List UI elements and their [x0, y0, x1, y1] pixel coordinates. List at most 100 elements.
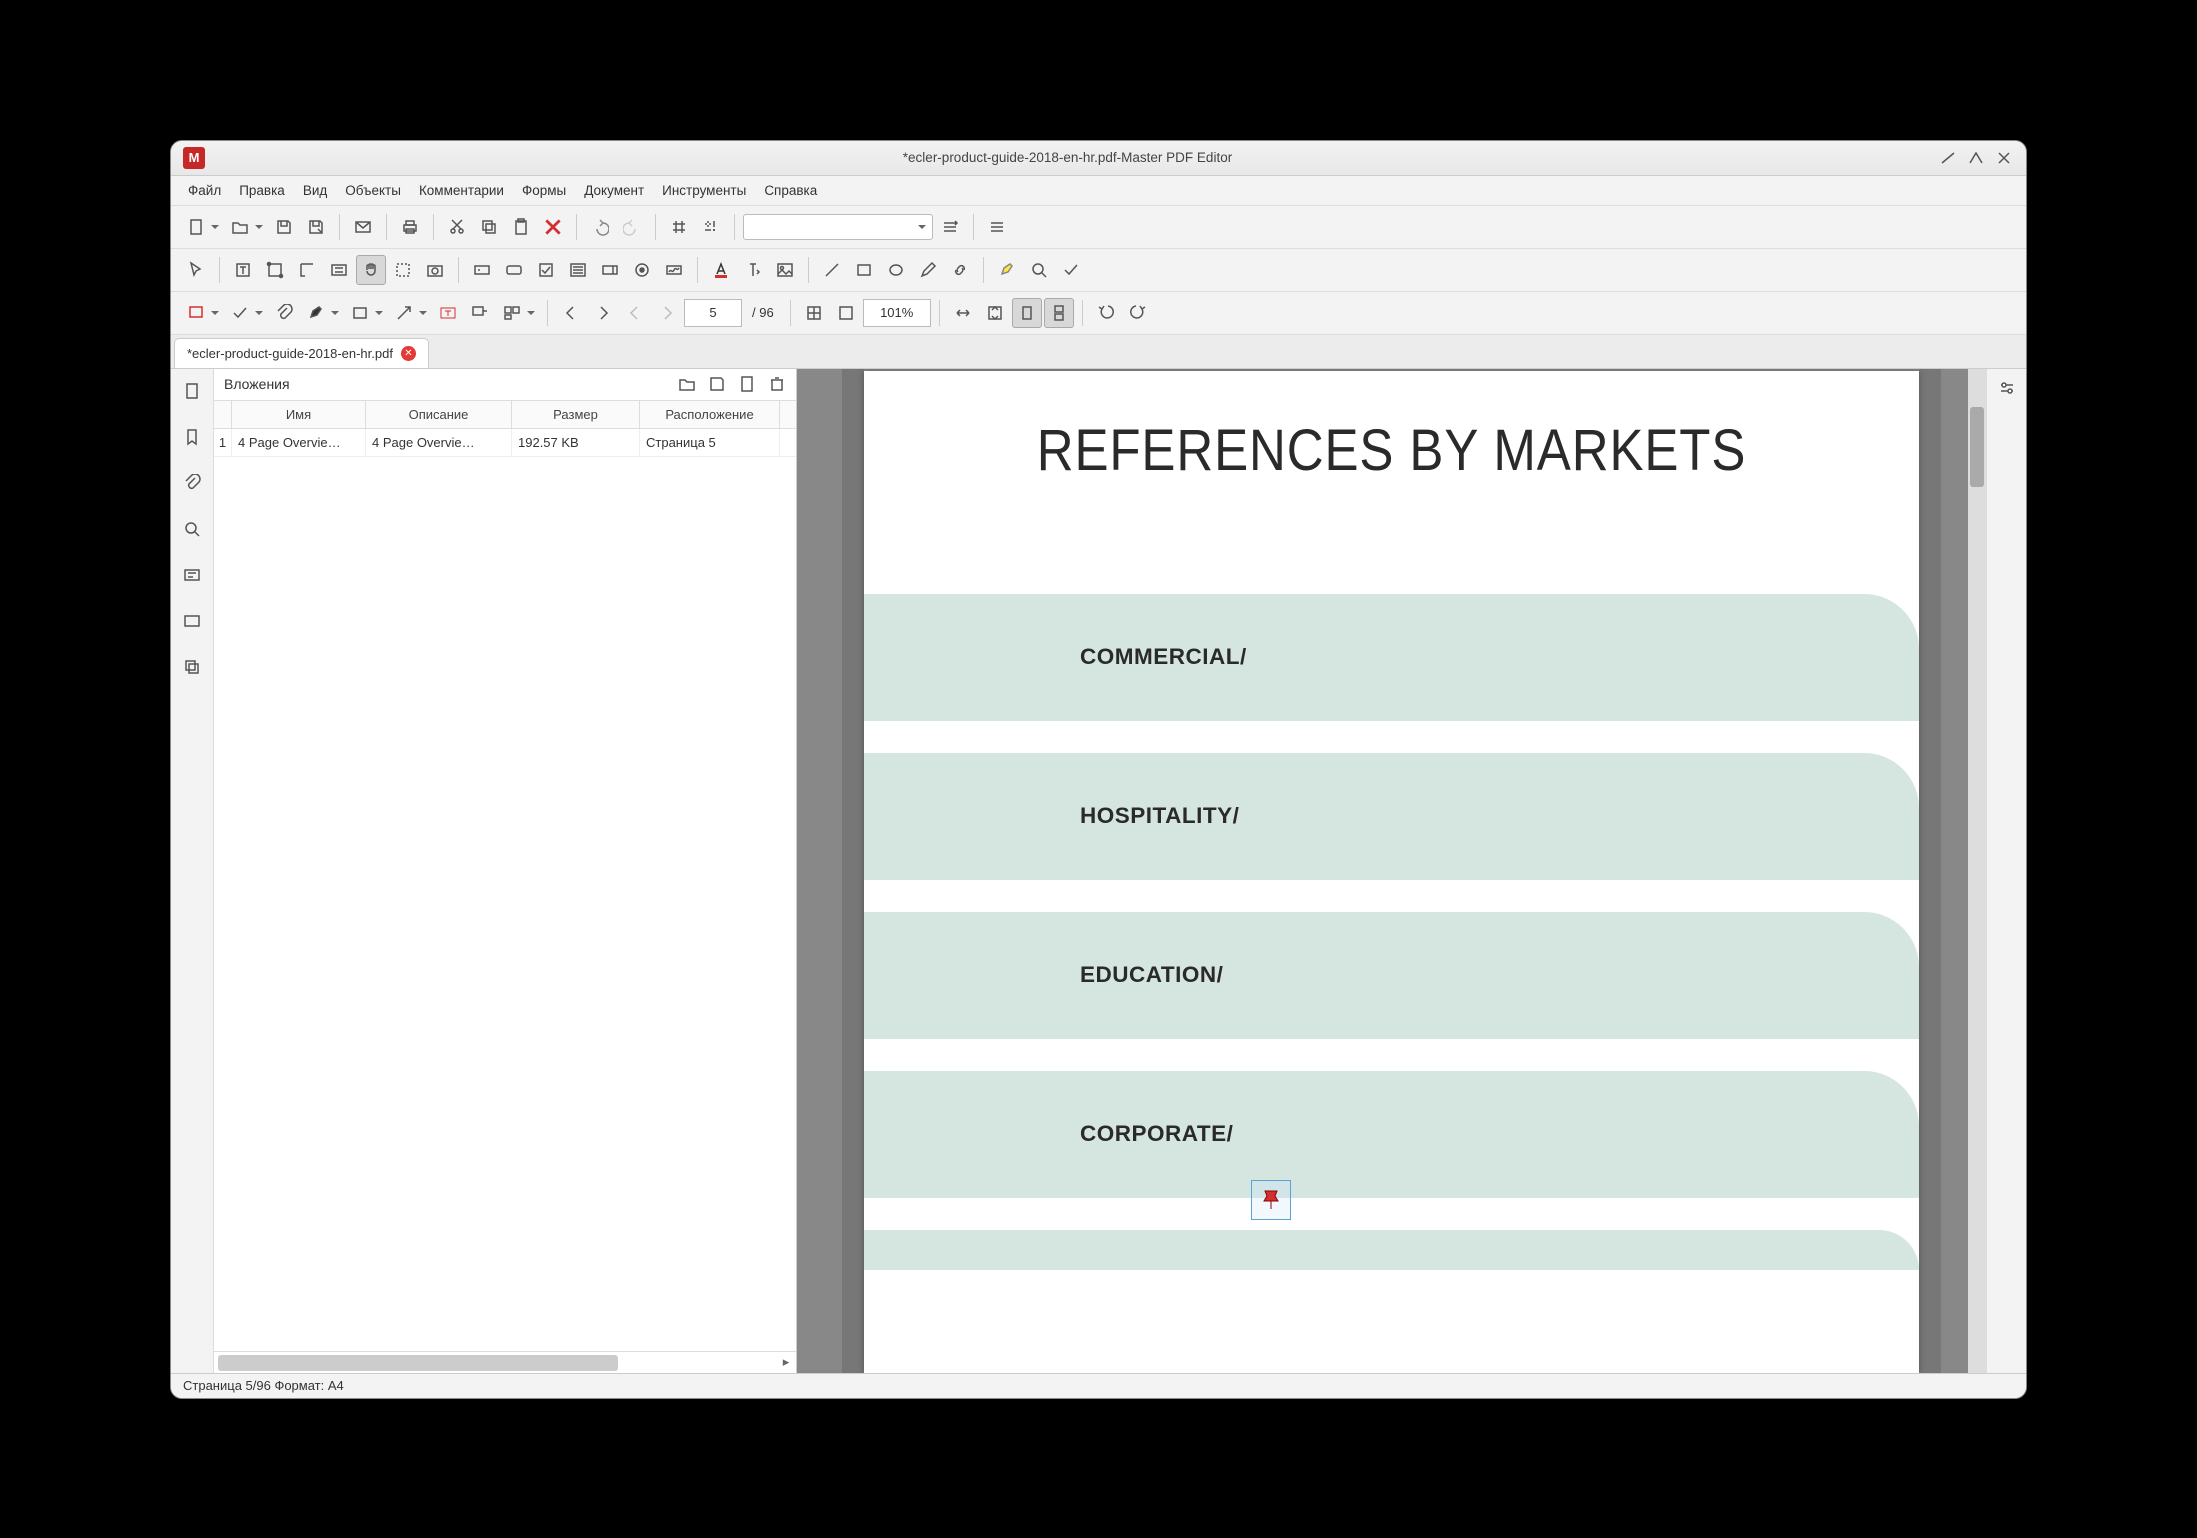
close-button[interactable] — [1994, 148, 2014, 168]
panel-delete-icon[interactable] — [768, 375, 786, 393]
prev-view-button[interactable] — [620, 298, 650, 328]
form-text-tool[interactable] — [467, 255, 497, 285]
list-button[interactable] — [982, 212, 1012, 242]
minimize-button[interactable] — [1938, 148, 1958, 168]
menu-edit[interactable]: Правка — [230, 179, 294, 202]
text-edit-tool[interactable] — [228, 255, 258, 285]
pointer-tool[interactable] — [181, 255, 211, 285]
maximize-button[interactable] — [1966, 148, 1986, 168]
tab-close-icon[interactable]: ✕ — [401, 346, 416, 361]
select-tool[interactable] — [292, 255, 322, 285]
ellipse-tool[interactable] — [881, 255, 911, 285]
form-combo-tool[interactable] — [595, 255, 625, 285]
prev-page-button[interactable] — [556, 298, 586, 328]
layers-tab[interactable] — [178, 653, 206, 681]
arrow-tool[interactable] — [389, 298, 419, 328]
link-tool[interactable] — [945, 255, 975, 285]
form-checkbox-tool[interactable] — [531, 255, 561, 285]
next-page-button[interactable] — [588, 298, 618, 328]
page-number-input[interactable] — [684, 299, 742, 327]
attachment-tool[interactable] — [269, 298, 299, 328]
line-tool[interactable] — [817, 255, 847, 285]
menu-help[interactable]: Справка — [755, 179, 826, 202]
rect-tool[interactable] — [849, 255, 879, 285]
shape-annot-tool[interactable] — [345, 298, 375, 328]
continuous-page-button[interactable] — [1044, 298, 1074, 328]
table-row[interactable]: 1 4 Page Overvie… 4 Page Overvie… 192.57… — [214, 429, 796, 457]
fit-width-button[interactable] — [948, 298, 978, 328]
search-tab[interactable] — [178, 515, 206, 543]
form-signature-tool[interactable] — [659, 255, 689, 285]
rotate-cw-button[interactable] — [1123, 298, 1153, 328]
crop-tool[interactable] — [388, 255, 418, 285]
properties-toggle[interactable] — [1998, 379, 2016, 397]
checkmark-tool[interactable] — [1056, 255, 1086, 285]
menu-document[interactable]: Документ — [575, 179, 653, 202]
cut-button[interactable] — [442, 212, 472, 242]
email-button[interactable] — [348, 212, 378, 242]
menu-comments[interactable]: Комментарии — [410, 179, 513, 202]
panel-hscroll[interactable]: ▸ — [214, 1351, 796, 1373]
image-tool[interactable] — [770, 255, 800, 285]
single-page-button[interactable] — [1012, 298, 1042, 328]
zoom-level[interactable]: 101% — [863, 299, 931, 327]
magnifier-tool[interactable] — [1024, 255, 1054, 285]
stamp-tool[interactable] — [225, 298, 255, 328]
search-input[interactable] — [743, 214, 933, 240]
callout-tool[interactable] — [465, 298, 495, 328]
delete-button[interactable] — [538, 212, 568, 242]
form-list-tool[interactable] — [563, 255, 593, 285]
hand-tool[interactable] — [356, 255, 386, 285]
pencil-tool[interactable] — [913, 255, 943, 285]
panel-add-icon[interactable] — [738, 375, 756, 393]
form-radio-tool[interactable] — [627, 255, 657, 285]
save-button[interactable] — [269, 212, 299, 242]
bookmarks-tab[interactable] — [178, 423, 206, 451]
note-tool[interactable] — [181, 298, 211, 328]
print-button[interactable] — [395, 212, 425, 242]
object-edit-tool[interactable] — [260, 255, 290, 285]
pushpin-annotation[interactable] — [1251, 1180, 1291, 1220]
col-size[interactable]: Размер — [512, 401, 640, 428]
col-name[interactable]: Имя — [232, 401, 366, 428]
form-button-tool[interactable] — [499, 255, 529, 285]
snap-button[interactable] — [696, 212, 726, 242]
comments-tab[interactable] — [178, 607, 206, 635]
zoom-actual-button[interactable] — [799, 298, 829, 328]
copy-button[interactable] — [474, 212, 504, 242]
menu-objects[interactable]: Объекты — [336, 179, 410, 202]
document-viewer[interactable]: REFERENCES BY MARKETS COMMERCIAL/ HOSPIT… — [797, 369, 1986, 1373]
paste-button[interactable] — [506, 212, 536, 242]
grid-button[interactable] — [664, 212, 694, 242]
new-file-button[interactable] — [181, 212, 211, 242]
initials-tool[interactable] — [497, 298, 527, 328]
form-edit-tool[interactable] — [324, 255, 354, 285]
menu-view[interactable]: Вид — [294, 179, 336, 202]
menu-file[interactable]: Файл — [179, 179, 230, 202]
col-desc[interactable]: Описание — [366, 401, 512, 428]
next-view-button[interactable] — [652, 298, 682, 328]
panel-open-icon[interactable] — [678, 375, 696, 393]
redo-button[interactable] — [617, 212, 647, 242]
attachments-tab[interactable] — [178, 469, 206, 497]
col-index[interactable] — [214, 401, 232, 428]
thumbnails-tab[interactable] — [178, 377, 206, 405]
menu-forms[interactable]: Формы — [513, 179, 575, 202]
document-tab[interactable]: *ecler-product-guide-2018-en-hr.pdf ✕ — [174, 338, 429, 368]
text-color-tool[interactable] — [706, 255, 736, 285]
panel-save-icon[interactable] — [708, 375, 726, 393]
rotate-ccw-button[interactable] — [1091, 298, 1121, 328]
search-options-button[interactable] — [935, 212, 965, 242]
open-file-button[interactable] — [225, 212, 255, 242]
vertical-text-tool[interactable] — [738, 255, 768, 285]
snapshot-tool[interactable] — [420, 255, 450, 285]
undo-button[interactable] — [585, 212, 615, 242]
marker-tool[interactable] — [301, 298, 331, 328]
fit-height-button[interactable] — [980, 298, 1010, 328]
text-box-tool[interactable] — [433, 298, 463, 328]
save-as-button[interactable] — [301, 212, 331, 242]
col-location[interactable]: Расположение — [640, 401, 780, 428]
menu-tools[interactable]: Инструменты — [653, 179, 755, 202]
highlight-tool[interactable] — [992, 255, 1022, 285]
fields-tab[interactable] — [178, 561, 206, 589]
